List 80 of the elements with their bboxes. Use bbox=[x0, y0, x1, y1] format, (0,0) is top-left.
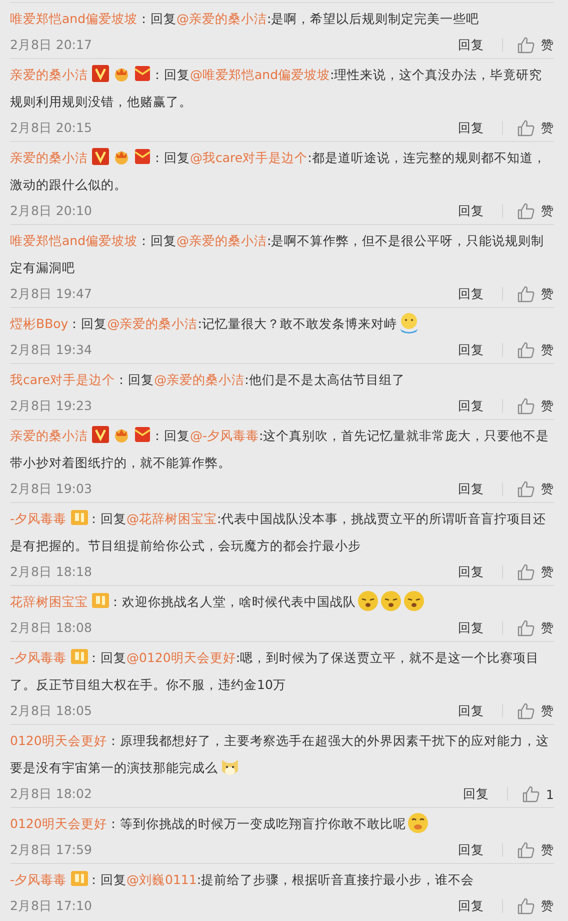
reply-link[interactable]: 回复 bbox=[458, 202, 484, 220]
comment-time: 2月8日 18:08 bbox=[10, 620, 93, 636]
thumbs-up-icon bbox=[517, 202, 535, 220]
comment-text: 唯爱郑恺and偏爱坡坡：回复@亲爱的桑小洁:是啊，希望以后规则制定完美一些吧 bbox=[10, 10, 480, 28]
comment-time: 2月8日 20:17 bbox=[10, 36, 93, 54]
like-button[interactable]: 1 bbox=[522, 785, 554, 803]
reply-link[interactable]: 回复 bbox=[458, 842, 484, 858]
comment-time: 2月8日 18:02 bbox=[10, 786, 93, 802]
thumbs-up-icon bbox=[517, 285, 535, 303]
comment-text: 亲爱的桑小洁 ：回复@我care对手是边个:都是道听途说，连完整的规则都不知道，激动的跟什么似的。 bbox=[10, 147, 547, 194]
comment-text: 亲爱的桑小洁 ：回复@唯爱郑恺and偏爱坡坡:理性来说，这个真没办法，毕竟研究规则利用规则没错，他赌赢了。 bbox=[10, 64, 544, 111]
emoji-icon bbox=[403, 590, 425, 612]
thumbs-up-icon bbox=[517, 480, 535, 498]
comment-text: 0120明天会更好：原理我都想好了，主要考察选手在超强大的外界因素干扰下的应对能力，这要是没有宇宙第一的演技那能完成么 bbox=[10, 727, 554, 781]
like-button[interactable]: 赞 bbox=[517, 563, 554, 581]
reply-link[interactable]: 回复 bbox=[458, 898, 484, 914]
emoji-icon bbox=[380, 590, 402, 612]
comment-time: 2月8日 19:23 bbox=[10, 398, 93, 414]
thumbs-up-icon bbox=[517, 897, 535, 915]
comment-time: 2月8日 17:59 bbox=[10, 842, 93, 858]
like-button[interactable]: 赞 bbox=[517, 702, 554, 720]
fan-badge-icon bbox=[92, 592, 109, 609]
emoji-icon bbox=[398, 312, 420, 334]
verified-badge-icon bbox=[92, 148, 109, 165]
like-button[interactable]: 赞 bbox=[517, 841, 554, 859]
like-button[interactable]: 赞 bbox=[517, 480, 554, 498]
thumbs-up-icon bbox=[517, 341, 535, 359]
reply-link[interactable]: 回复 bbox=[458, 342, 484, 358]
thumbs-up-icon bbox=[522, 785, 540, 803]
reply-link[interactable]: 回复 bbox=[458, 36, 484, 54]
thumbs-up-icon bbox=[517, 119, 535, 137]
emoji-icon bbox=[357, 590, 379, 612]
verified-badge-icon bbox=[92, 65, 109, 82]
comment-time: 2月8日 18:05 bbox=[10, 702, 93, 720]
emoji-icon bbox=[406, 812, 429, 834]
like-button[interactable]: 赞 bbox=[517, 285, 554, 303]
comment-time: 2月8日 19:34 bbox=[10, 342, 93, 358]
comment-text: -夕风毒毒 ：回复@0120明天会更好:嗯，到时候为了保送贾立平，就不是这一个比赛项目了。反正节目组大权在手。你不服，违约金10万 bbox=[10, 647, 540, 694]
comment-text: 0120明天会更好：等到你挑战的时候万一变成吃翔盲拧你敢不敢比呢 bbox=[10, 810, 554, 837]
like-button[interactable]: 赞 bbox=[517, 619, 554, 637]
reply-link[interactable]: 回复 bbox=[458, 480, 484, 498]
like-button[interactable]: 赞 bbox=[517, 202, 554, 220]
comment-text: 熤彬BBoy：回复@亲爱的桑小洁:记忆量很大？敢不敢发条博来对峙 bbox=[10, 310, 554, 337]
comment-text: 我care对手是边个：回复@亲爱的桑小洁:他们是不是太高估节目组了 bbox=[10, 371, 406, 389]
thumbs-up-icon bbox=[517, 563, 535, 581]
thumbs-up-icon bbox=[517, 397, 535, 415]
fan-badge-icon bbox=[70, 648, 88, 665]
thumbs-up-icon bbox=[517, 36, 535, 54]
comment-time: 2月8日 20:15 bbox=[10, 120, 93, 136]
reply-link[interactable]: 回复 bbox=[458, 120, 484, 136]
like-button[interactable]: 赞 bbox=[517, 119, 554, 137]
comment-time: 2月8日 17:10 bbox=[10, 898, 93, 914]
envelope-icon bbox=[134, 148, 151, 165]
reply-link[interactable]: 回复 bbox=[463, 786, 490, 802]
comment-time: 2月8日 19:47 bbox=[10, 286, 93, 302]
comment-text: 亲爱的桑小洁 ：回复@-夕风毒毒:这个真别吹，首先记忆量就非常庞大，只要他不是带小抄对着图纸拧的，就不能算作弊。 bbox=[10, 425, 550, 472]
thumbs-up-icon bbox=[517, 702, 535, 720]
fan-badge-icon bbox=[70, 509, 88, 526]
reply-link[interactable]: 回复 bbox=[458, 620, 484, 636]
reply-link[interactable]: 回复 bbox=[458, 564, 484, 580]
like-button[interactable]: 赞 bbox=[517, 341, 554, 359]
comment-text: 花辞树困宝宝 ：欢迎你挑战名人堂，啥时候代表中国战队 bbox=[10, 588, 554, 615]
comment-time: 2月8日 18:18 bbox=[10, 564, 93, 580]
like-button[interactable]: 赞 bbox=[517, 36, 554, 54]
verified-badge-icon bbox=[92, 426, 109, 443]
like-button[interactable]: 赞 bbox=[517, 897, 554, 915]
thumbs-up-icon bbox=[517, 619, 535, 637]
like-button[interactable]: 赞 bbox=[517, 397, 554, 415]
reply-link[interactable]: 回复 bbox=[458, 702, 484, 720]
reply-link[interactable]: 回复 bbox=[458, 398, 484, 414]
reply-link[interactable]: 回复 bbox=[458, 286, 484, 302]
comment-text: -夕风毒毒 ：回复@花辞树困宝宝:代表中国战队没本事，挑战贾立平的所谓听音盲拧项目还是有把握的。节目组提前给你公式，会玩魔方的都会拧最小步 bbox=[10, 508, 548, 555]
envelope-icon bbox=[134, 426, 151, 443]
comment-text: -夕风毒毒 ：回复@刘巍0111:提前给了步骤，根据听音直接拧最小步，谁不会 bbox=[10, 869, 476, 889]
thumbs-up-icon bbox=[517, 841, 535, 859]
comment-text: 唯爱郑恺and偏爱坡坡：回复@亲爱的桑小洁:是啊不算作弊，但不是很公平呀，只能说规则制定有漏洞吧 bbox=[10, 232, 546, 277]
comment-time: 2月8日 19:03 bbox=[10, 480, 93, 498]
fan-badge-icon bbox=[70, 870, 88, 887]
envelope-icon bbox=[134, 65, 151, 82]
comment-time: 2月8日 20:10 bbox=[10, 202, 93, 220]
